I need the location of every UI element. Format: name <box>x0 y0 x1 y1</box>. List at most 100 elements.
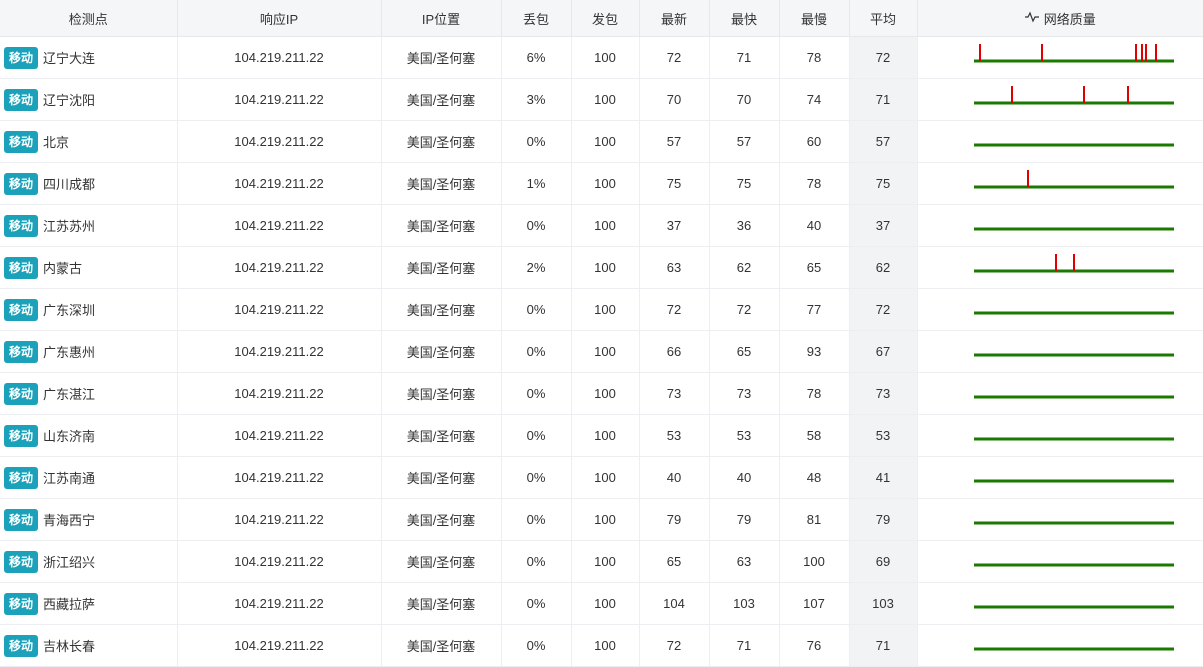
location-cell: 美国/圣何塞 <box>381 246 502 289</box>
location-cell: 美国/圣何塞 <box>381 624 502 667</box>
node-name: 西藏拉萨 <box>43 597 96 612</box>
header-latest[interactable]: 最新 <box>639 0 710 37</box>
header-quality: 网络质量 <box>917 0 1203 37</box>
loss-cell: 3% <box>501 78 572 121</box>
node-name: 辽宁沈阳 <box>43 93 96 108</box>
pulse-icon <box>1024 11 1039 26</box>
isp-badge: 移动 <box>4 634 39 657</box>
header-avg[interactable]: 平均 <box>849 0 918 37</box>
header-node[interactable]: 检测点 <box>0 0 178 37</box>
quality-sparkline <box>973 395 1174 399</box>
table-row: 移动 江苏苏州 104.219.211.22 美国/圣何塞 0% 100 37 36 40 37 <box>0 204 1203 247</box>
avg-cell: 72 <box>849 36 918 79</box>
node-name: 四川成都 <box>43 177 96 192</box>
latest-cell: 72 <box>639 624 710 667</box>
fastest-cell: 65 <box>709 330 780 373</box>
quality-sparkline <box>973 521 1174 525</box>
node-name: 江苏苏州 <box>43 219 96 234</box>
latest-cell: 70 <box>639 78 710 121</box>
sent-cell: 100 <box>571 582 640 625</box>
location-cell: 美国/圣何塞 <box>381 540 502 583</box>
quality-cell <box>917 540 1203 583</box>
ip-cell: 104.219.211.22 <box>177 414 382 457</box>
header-fastest[interactable]: 最快 <box>709 0 780 37</box>
quality-sparkline <box>973 479 1174 483</box>
header-quality-label: 网络质量 <box>1043 11 1096 27</box>
header-loss[interactable]: 丢包 <box>501 0 572 37</box>
slowest-cell: 48 <box>779 456 850 499</box>
ip-cell: 104.219.211.22 <box>177 372 382 415</box>
slowest-cell: 78 <box>779 372 850 415</box>
sent-cell: 100 <box>571 78 640 121</box>
ip-cell: 104.219.211.22 <box>177 204 382 247</box>
quality-cell <box>917 624 1203 667</box>
latest-cell: 63 <box>639 246 710 289</box>
isp-badge: 移动 <box>4 88 39 111</box>
sent-cell: 100 <box>571 414 640 457</box>
location-cell: 美国/圣何塞 <box>381 162 502 205</box>
isp-badge: 移动 <box>4 424 39 447</box>
loss-cell: 2% <box>501 246 572 289</box>
sent-cell: 100 <box>571 246 640 289</box>
fastest-cell: 57 <box>709 120 780 163</box>
node-name: 辽宁大连 <box>43 51 96 66</box>
quality-cell <box>917 120 1203 163</box>
fastest-cell: 71 <box>709 36 780 79</box>
sent-cell: 100 <box>571 498 640 541</box>
avg-cell: 71 <box>849 624 918 667</box>
node-name: 江苏南通 <box>43 471 96 486</box>
latest-cell: 104 <box>639 582 710 625</box>
isp-badge: 移动 <box>4 214 39 237</box>
node-cell: 移动 广东惠州 <box>0 330 178 373</box>
ip-cell: 104.219.211.22 <box>177 162 382 205</box>
isp-badge: 移动 <box>4 466 39 489</box>
fastest-cell: 75 <box>709 162 780 205</box>
loss-cell: 0% <box>501 456 572 499</box>
ip-cell: 104.219.211.22 <box>177 288 382 331</box>
sent-cell: 100 <box>571 288 640 331</box>
node-name: 广东惠州 <box>43 345 96 360</box>
header-slowest[interactable]: 最慢 <box>779 0 850 37</box>
node-cell: 移动 广东深圳 <box>0 288 178 331</box>
header-sent[interactable]: 发包 <box>571 0 640 37</box>
node-cell: 移动 辽宁大连 <box>0 36 178 79</box>
latest-cell: 53 <box>639 414 710 457</box>
location-cell: 美国/圣何塞 <box>381 582 502 625</box>
location-cell: 美国/圣何塞 <box>381 414 502 457</box>
loss-cell: 0% <box>501 330 572 373</box>
slowest-cell: 93 <box>779 330 850 373</box>
sent-cell: 100 <box>571 120 640 163</box>
quality-cell <box>917 498 1203 541</box>
latest-cell: 75 <box>639 162 710 205</box>
ip-cell: 104.219.211.22 <box>177 498 382 541</box>
ping-results-table: 检测点 响应IP IP位置 丢包 发包 最新 最快 最慢 平均 网络质量 移动辽… <box>0 0 1203 667</box>
node-cell: 移动 四川成都 <box>0 162 178 205</box>
location-cell: 美国/圣何塞 <box>381 120 502 163</box>
header-location[interactable]: IP位置 <box>381 0 502 37</box>
loss-cell: 6% <box>501 36 572 79</box>
location-cell: 美国/圣何塞 <box>381 330 502 373</box>
ip-cell: 104.219.211.22 <box>177 36 382 79</box>
sent-cell: 100 <box>571 162 640 205</box>
table-row: 移动 山东济南 104.219.211.22 美国/圣何塞 0% 100 53 53 58 53 <box>0 414 1203 457</box>
table-row: 移动 辽宁沈阳 104.219.211.22 美国/圣何塞 3% 100 70 70 74 71 <box>0 78 1203 121</box>
ip-cell: 104.219.211.22 <box>177 120 382 163</box>
avg-cell: 75 <box>849 162 918 205</box>
loss-cell: 0% <box>501 498 572 541</box>
slowest-cell: 60 <box>779 120 850 163</box>
table-row: 移动 广东湛江 104.219.211.22 美国/圣何塞 0% 100 73 73 78 73 <box>0 372 1203 415</box>
node-cell: 移动 青海西宁 <box>0 498 178 541</box>
table-header-row: 检测点 响应IP IP位置 丢包 发包 最新 最快 最慢 平均 网络质量 <box>0 0 1203 37</box>
avg-cell: 67 <box>849 330 918 373</box>
fastest-cell: 36 <box>709 204 780 247</box>
sent-cell: 100 <box>571 204 640 247</box>
isp-badge: 移动 <box>4 382 39 405</box>
slowest-cell: 100 <box>779 540 850 583</box>
slowest-cell: 77 <box>779 288 850 331</box>
node-cell: 移动 山东济南 <box>0 414 178 457</box>
loss-cell: 0% <box>501 120 572 163</box>
node-name: 内蒙古 <box>43 261 83 276</box>
quality-cell <box>917 78 1203 121</box>
location-cell: 美国/圣何塞 <box>381 498 502 541</box>
header-ip[interactable]: 响应IP <box>177 0 382 37</box>
